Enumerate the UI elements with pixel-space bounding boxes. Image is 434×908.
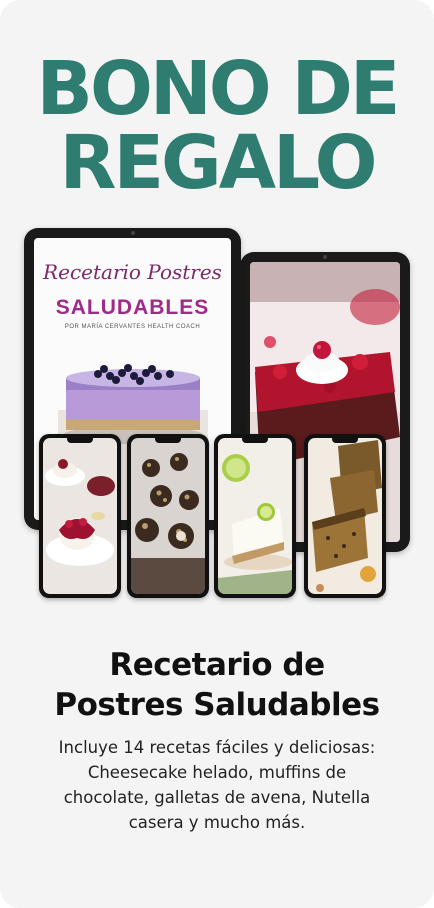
gift-bonus-card: BONO DE REGALO Recetario Postres SALUDAB… xyxy=(0,0,434,908)
tablet-camera xyxy=(130,231,135,235)
phone-3 xyxy=(214,434,296,598)
phone-2 xyxy=(127,434,209,598)
chocolate-truffles-illustration xyxy=(131,438,205,594)
headline-line-1: BONO DE xyxy=(36,46,401,132)
panna-cotta-illustration xyxy=(43,438,117,594)
product-description-line: Incluye 14 recetas fáciles y deliciosas: xyxy=(58,738,376,757)
product-description-line: chocolate, galletas de avena, Nutella xyxy=(63,788,371,807)
tablet-camera xyxy=(323,255,327,259)
chocolate-truffles-image xyxy=(131,438,205,594)
lime-cheesecake-image xyxy=(218,438,292,594)
product-description-line: Cheesecake helado, muffins de xyxy=(87,763,347,782)
phone-notch xyxy=(242,438,268,443)
headline-line-2: REGALO xyxy=(59,120,378,206)
product-description-line: casera y mucho más. xyxy=(128,813,306,832)
cover-script-title: Recetario Postres xyxy=(43,260,222,284)
banana-bread-image xyxy=(308,438,382,594)
phone-notch xyxy=(332,438,358,443)
phone-4 xyxy=(304,434,386,598)
phone-notch xyxy=(67,438,93,443)
phone-notch xyxy=(155,438,181,443)
product-title-line-1: Recetario de xyxy=(109,647,325,683)
panna-cotta-image xyxy=(43,438,117,594)
banana-bread-illustration xyxy=(308,438,382,594)
product-title-line-2: Postres Saludables xyxy=(54,687,380,723)
cover-subtitle: POR MARÍA CERVANTES HEALTH COACH xyxy=(64,324,201,330)
phone-1 xyxy=(39,434,121,598)
cover-title: SALUDABLES xyxy=(55,296,210,319)
lime-cheesecake-illustration xyxy=(218,438,292,594)
